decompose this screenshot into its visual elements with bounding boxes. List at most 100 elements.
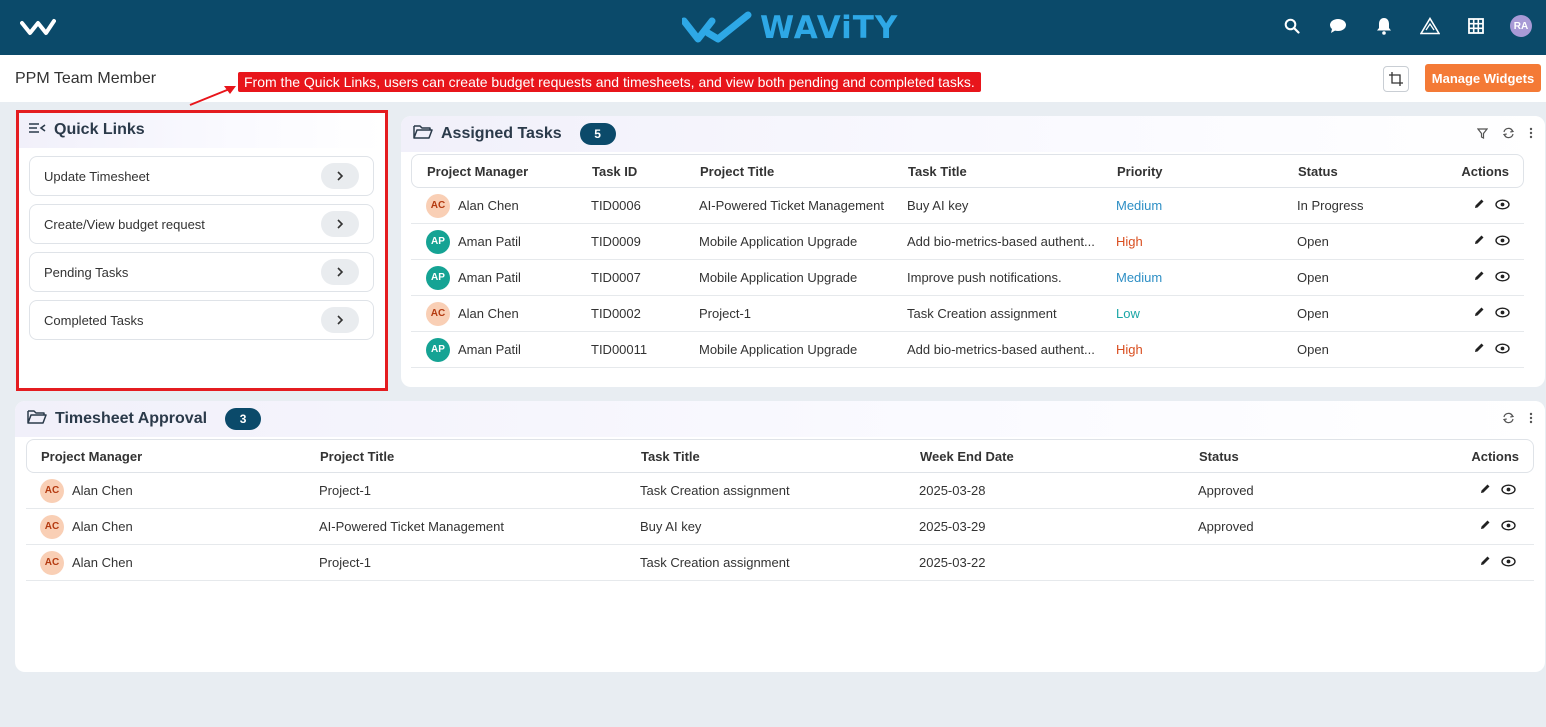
status-cell: Open — [1297, 234, 1329, 249]
edit-pencil-icon[interactable] — [1479, 555, 1491, 570]
table-row[interactable]: AC Alan Chen Project-1 Task Creation assi… — [26, 473, 1534, 509]
priority-cell: Medium — [1116, 270, 1163, 285]
edit-pencil-icon[interactable] — [1473, 198, 1485, 213]
chevron-right-icon — [337, 171, 344, 181]
column-header[interactable]: Task ID — [592, 164, 700, 179]
actions-cell — [1428, 483, 1532, 498]
edit-pencil-icon[interactable] — [1479, 483, 1491, 498]
edit-pencil-icon[interactable] — [1473, 234, 1485, 249]
edit-pencil-icon[interactable] — [1473, 342, 1485, 357]
view-eye-icon[interactable] — [1495, 306, 1510, 321]
quick-links-list: Update Timesheet Create/View budget requ… — [18, 148, 385, 340]
view-eye-icon[interactable] — [1501, 483, 1516, 498]
chevron-right-button[interactable] — [321, 211, 359, 237]
actions-cell — [1431, 342, 1524, 357]
quick-link-pending-tasks[interactable]: Pending Tasks — [29, 252, 374, 292]
quick-link-label: Pending Tasks — [44, 264, 129, 280]
view-eye-icon[interactable] — [1495, 198, 1510, 213]
project-manager-cell: AC Alan Chen — [411, 193, 591, 218]
project-title-cell: Project-1 — [319, 483, 372, 498]
avatar: AP — [426, 265, 450, 290]
collapse-menu-icon[interactable] — [28, 121, 46, 140]
column-header[interactable]: Project Manager — [27, 449, 320, 464]
table-body: AC Alan Chen TID0006 AI-Powered Ticket Ma… — [411, 188, 1524, 368]
table-row[interactable]: AP Aman Patil TID0009 Mobile Application … — [411, 224, 1524, 260]
page-header: PPM Team Member From the Quick Links, us… — [0, 55, 1546, 106]
task-title-cell: Add bio-metrics-based authent... — [907, 342, 1095, 357]
task-title-cell: Add bio-metrics-based authent... — [907, 234, 1095, 249]
project-manager-cell: AP Aman Patil — [411, 229, 591, 254]
column-header[interactable]: Week End Date — [920, 449, 1199, 464]
quick-links-header: Quick Links — [18, 112, 385, 148]
more-options-icon[interactable] — [1529, 411, 1533, 429]
warning-triangle-icon[interactable] — [1418, 14, 1442, 38]
quick-link-budget-request[interactable]: Create/View budget request — [29, 204, 374, 244]
actions-cell — [1431, 198, 1524, 213]
manage-widgets-button[interactable]: Manage Widgets — [1425, 64, 1541, 92]
crop-layout-button[interactable] — [1383, 66, 1409, 92]
table-row[interactable]: AP Aman Patil TID0007 Mobile Application … — [411, 260, 1524, 296]
manager-name: Alan Chen — [72, 483, 133, 498]
view-eye-icon[interactable] — [1501, 555, 1516, 570]
table-row[interactable]: AC Alan Chen TID0002 Project-1 Task Creat… — [411, 296, 1524, 332]
more-options-icon[interactable] — [1529, 126, 1533, 144]
avatar: AP — [426, 337, 450, 362]
edit-pencil-icon[interactable] — [1473, 306, 1485, 321]
edit-pencil-icon[interactable] — [1479, 519, 1491, 534]
avatar: AC — [40, 550, 64, 575]
bell-icon[interactable] — [1372, 14, 1396, 38]
column-header[interactable]: Project Title — [320, 449, 641, 464]
filter-icon[interactable] — [1476, 126, 1489, 144]
chevron-right-button[interactable] — [321, 259, 359, 285]
view-eye-icon[interactable] — [1495, 234, 1510, 249]
task-title-cell: Buy AI key — [640, 519, 702, 534]
refresh-icon[interactable] — [1502, 411, 1515, 429]
quick-link-completed-tasks[interactable]: Completed Tasks — [29, 300, 374, 340]
table-row[interactable]: AC Alan Chen Project-1 Task Creation assi… — [26, 545, 1534, 581]
avatar: AC — [40, 478, 64, 503]
view-eye-icon[interactable] — [1495, 342, 1510, 357]
grid-apps-icon[interactable] — [1464, 14, 1488, 38]
column-header[interactable]: Task Title — [908, 164, 1117, 179]
brand-mark-icon — [682, 11, 752, 43]
refresh-icon[interactable] — [1502, 126, 1515, 144]
column-header[interactable]: Task Title — [641, 449, 920, 464]
quick-links-widget: Quick Links Update Timesheet Create/View… — [18, 112, 385, 389]
chevron-right-button[interactable] — [321, 163, 359, 189]
folder-icon — [27, 409, 47, 430]
view-eye-icon[interactable] — [1495, 270, 1510, 285]
chat-icon[interactable] — [1326, 14, 1350, 38]
task-id-cell: TID0007 — [591, 270, 641, 285]
edit-pencil-icon[interactable] — [1473, 270, 1485, 285]
assigned-tasks-widget: Assigned Tasks 5 Project Manager Task ID… — [401, 116, 1545, 387]
project-manager-cell: AC Alan Chen — [26, 550, 319, 575]
timesheet-approval-widget: Timesheet Approval 3 Project Manager Pro… — [15, 401, 1545, 672]
project-title-cell: Project-1 — [699, 306, 752, 321]
actions-cell — [1428, 519, 1532, 534]
status-cell: In Progress — [1297, 198, 1364, 213]
status-cell: Approved — [1198, 519, 1254, 534]
manager-name: Alan Chen — [458, 306, 519, 321]
week-end-date-cell: 2025-03-22 — [919, 555, 986, 570]
column-header[interactable]: Status — [1298, 164, 1438, 179]
page-title: PPM Team Member — [15, 70, 157, 87]
column-header[interactable]: Project Manager — [412, 164, 592, 179]
assigned-tasks-header: Assigned Tasks 5 — [401, 116, 1545, 152]
table-row[interactable]: AC Alan Chen TID0006 AI-Powered Ticket Ma… — [411, 188, 1524, 224]
task-title-cell: Buy AI key — [907, 198, 969, 213]
priority-cell: High — [1116, 234, 1143, 249]
week-end-date-cell: 2025-03-28 — [919, 483, 986, 498]
project-manager-cell: AC Alan Chen — [26, 514, 319, 539]
chevron-right-button[interactable] — [321, 307, 359, 333]
column-header[interactable]: Status — [1199, 449, 1429, 464]
column-header[interactable]: Priority — [1117, 164, 1298, 179]
wavity-logo-icon[interactable] — [20, 17, 56, 42]
status-cell: Approved — [1198, 483, 1254, 498]
view-eye-icon[interactable] — [1501, 519, 1516, 534]
table-row[interactable]: AP Aman Patil TID00011 Mobile Application… — [411, 332, 1524, 368]
search-icon[interactable] — [1280, 14, 1304, 38]
user-avatar[interactable]: RA — [1510, 15, 1532, 37]
quick-link-update-timesheet[interactable]: Update Timesheet — [29, 156, 374, 196]
table-row[interactable]: AC Alan Chen AI-Powered Ticket Management… — [26, 509, 1534, 545]
column-header[interactable]: Project Title — [700, 164, 908, 179]
